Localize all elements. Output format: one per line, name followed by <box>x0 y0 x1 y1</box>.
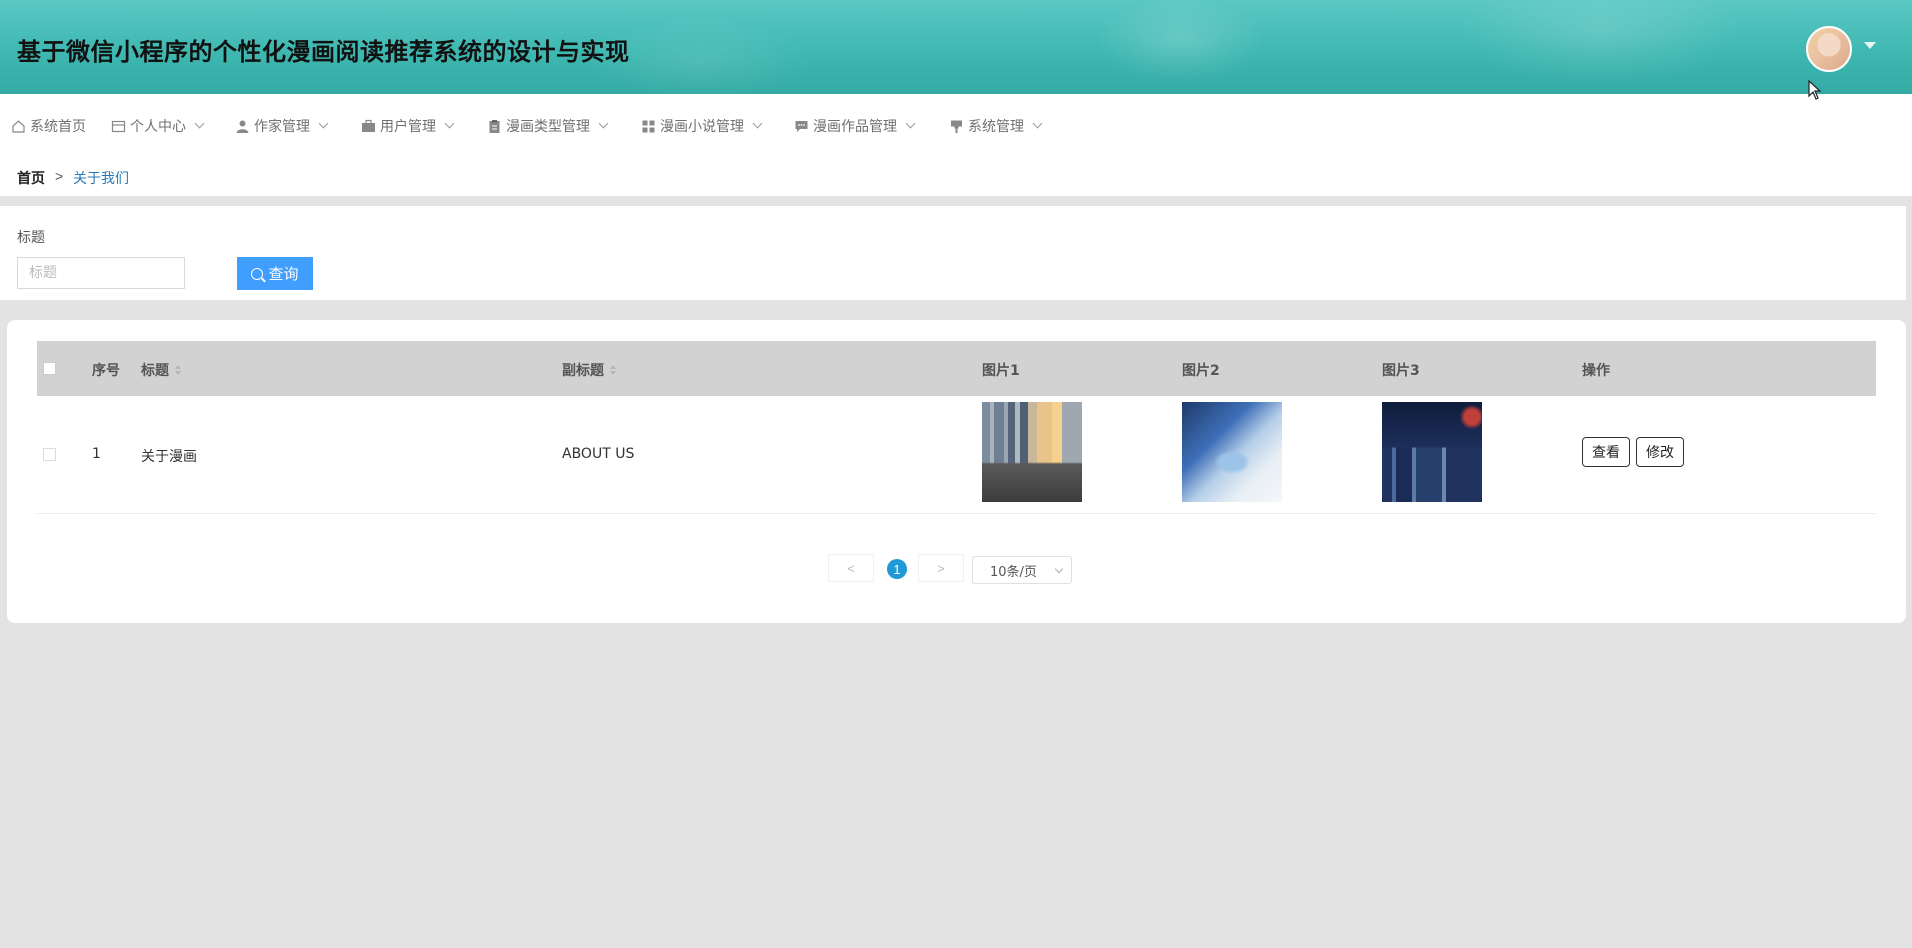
nav-item-home[interactable]: 系统首页 <box>11 115 86 137</box>
breadcrumb: 首页 > 关于我们 <box>0 158 1912 196</box>
nav-item-user-management[interactable]: 用户管理 <box>361 115 455 137</box>
page-size-value: 10条/页 <box>990 564 1037 580</box>
pagination-page-1[interactable]: 1 <box>887 559 907 579</box>
breadcrumb-home[interactable]: 首页 <box>17 168 45 188</box>
chevron-down-icon <box>1032 118 1043 129</box>
chevron-down-icon <box>598 118 609 129</box>
breadcrumb-separator: > <box>55 168 64 184</box>
nav-item-label: 漫画作品管理 <box>813 119 897 135</box>
chevron-down-icon <box>194 118 205 129</box>
nav-item-label: 漫画类型管理 <box>506 119 590 135</box>
nav-item-label: 系统首页 <box>30 119 86 135</box>
search-label: 标题 <box>17 230 45 246</box>
nav-item-label: 个人中心 <box>130 119 186 135</box>
clipboard-icon <box>487 119 502 134</box>
column-header-actions: 操作 <box>1582 363 1610 379</box>
top-header: 基于微信小程序的个性化漫画阅读推荐系统的设计与实现 <box>0 0 1912 94</box>
pagination-prev-button[interactable]: < <box>828 554 874 582</box>
title-search-input[interactable] <box>17 257 185 289</box>
column-header-image3: 图片3 <box>1382 363 1420 379</box>
sort-icon[interactable] <box>610 365 616 375</box>
pagination-next-button[interactable]: > <box>918 554 964 582</box>
app-title: 基于微信小程序的个性化漫画阅读推荐系统的设计与实现 <box>17 38 630 66</box>
row-title: 关于漫画 <box>141 449 197 465</box>
nav-item-author-management[interactable]: 作家管理 <box>235 115 329 137</box>
column-header-image2: 图片2 <box>1182 363 1220 379</box>
search-panel: 标题 查询 <box>0 206 1906 300</box>
row-checkbox[interactable] <box>43 448 56 461</box>
nav-item-personal-center[interactable]: 个人中心 <box>111 115 205 137</box>
image1-thumbnail[interactable] <box>982 402 1082 502</box>
nav-item-comic-novel-management[interactable]: 漫画小说管理 <box>641 115 763 137</box>
chevron-down-icon <box>752 118 763 129</box>
flag-icon <box>949 119 964 134</box>
page-size-select[interactable]: 10条/页 <box>972 556 1072 584</box>
search-button[interactable]: 查询 <box>237 257 313 290</box>
mouse-cursor-icon <box>1808 80 1822 100</box>
search-icon <box>251 267 264 280</box>
caret-down-icon[interactable] <box>1864 42 1876 49</box>
row-index: 1 <box>92 446 101 462</box>
chevron-down-icon <box>905 118 916 129</box>
column-header-subtitle[interactable]: 副标题 <box>562 360 616 380</box>
nav-item-system-management[interactable]: 系统管理 <box>949 115 1043 137</box>
user-avatar[interactable] <box>1806 26 1852 72</box>
grid-icon <box>641 119 656 134</box>
top-nav: 系统首页 个人中心 作家管理 用户管理 漫画类型管理 漫画小说管理 漫画作品管理… <box>0 94 1912 158</box>
table-row: 1 关于漫画 ABOUT US 查看 修改 <box>37 396 1876 514</box>
column-header-label: 副标题 <box>562 363 604 379</box>
sort-icon[interactable] <box>175 365 181 375</box>
column-header-image1: 图片1 <box>982 363 1020 379</box>
briefcase-icon <box>361 119 376 134</box>
column-header-index: 序号 <box>92 363 120 379</box>
chevron-down-icon <box>444 118 455 129</box>
user-icon <box>235 119 250 134</box>
nav-item-label: 用户管理 <box>380 119 436 135</box>
row-subtitle: ABOUT US <box>562 446 635 462</box>
select-all-checkbox[interactable] <box>43 362 56 375</box>
comment-icon <box>794 119 809 134</box>
nav-item-comic-type-management[interactable]: 漫画类型管理 <box>487 115 609 137</box>
edit-button[interactable]: 修改 <box>1636 437 1684 467</box>
column-header-title[interactable]: 标题 <box>141 360 181 380</box>
chevron-down-icon <box>1054 564 1064 574</box>
image3-thumbnail[interactable] <box>1382 402 1482 502</box>
nav-item-label: 作家管理 <box>254 119 310 135</box>
table-header: 序号 标题 副标题 图片1 图片2 图片3 操作 <box>37 341 1876 396</box>
nav-item-comic-works-management[interactable]: 漫画作品管理 <box>794 115 916 137</box>
card-icon <box>111 119 126 134</box>
nav-item-label: 漫画小说管理 <box>660 119 744 135</box>
view-button[interactable]: 查看 <box>1582 437 1630 467</box>
breadcrumb-current: 关于我们 <box>73 171 129 187</box>
nav-item-label: 系统管理 <box>968 119 1024 135</box>
search-button-label: 查询 <box>268 265 299 283</box>
home-icon <box>11 119 26 134</box>
chevron-down-icon <box>318 118 329 129</box>
column-header-label: 标题 <box>141 363 169 379</box>
image2-thumbnail[interactable] <box>1182 402 1282 502</box>
